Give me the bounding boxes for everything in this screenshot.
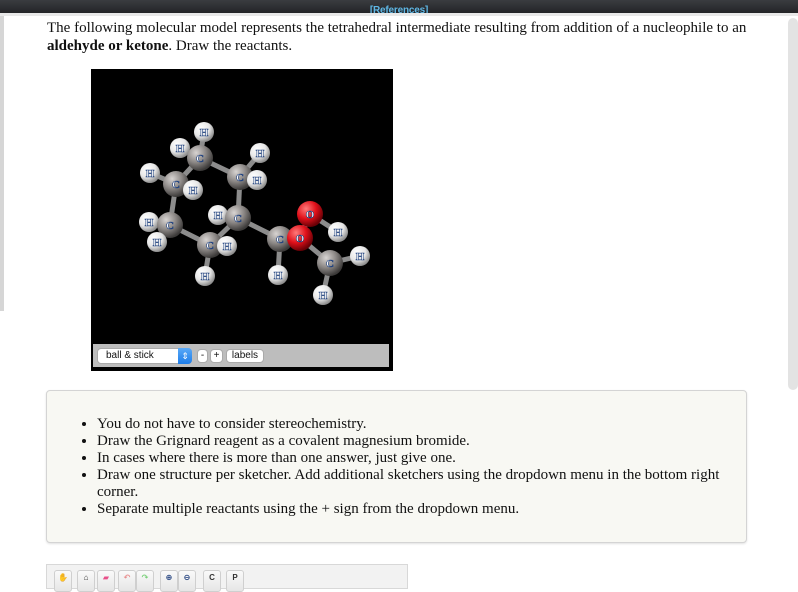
structure-sketcher[interactable]: ✋ ⌂ ▰ ↶ ↷ ⊕ ⊖ C P bbox=[46, 564, 408, 592]
atom-label: C bbox=[166, 220, 174, 232]
display-mode-value: ball & stick bbox=[106, 350, 154, 361]
atom-h: H bbox=[140, 163, 160, 183]
atom-c: C bbox=[317, 250, 343, 276]
select-arrows-icon: ⇕ bbox=[178, 348, 192, 364]
zoom-in-button[interactable]: + bbox=[210, 349, 223, 363]
instruction-item: Separate multiple reactants using the + … bbox=[97, 501, 737, 518]
lasso-icon: ⌂ bbox=[83, 573, 89, 582]
atom-h: H bbox=[147, 232, 167, 252]
question-bold: aldehyde or ketone bbox=[47, 38, 169, 54]
atom-h: H bbox=[250, 143, 270, 163]
eraser-tool-button[interactable]: ▰ bbox=[97, 570, 115, 592]
atom-label: C bbox=[236, 172, 244, 184]
question-text: The following molecular model represents… bbox=[47, 19, 757, 55]
instruction-item: Draw one structure per sketcher. Add add… bbox=[97, 467, 737, 501]
atom-label: H bbox=[356, 251, 365, 263]
left-rail bbox=[0, 16, 4, 311]
top-bar: [References] bbox=[0, 0, 798, 16]
atom-h: H bbox=[217, 236, 237, 256]
eraser-icon: ▰ bbox=[102, 573, 110, 582]
periodic-table-icon: P bbox=[232, 573, 238, 582]
atom-label: H bbox=[214, 210, 223, 222]
atom-label: C bbox=[196, 153, 204, 165]
atom-label: H bbox=[253, 175, 262, 187]
atom-o: O bbox=[287, 225, 313, 251]
vertical-scrollbar[interactable] bbox=[788, 18, 798, 390]
clean-tool-button[interactable]: C bbox=[203, 570, 221, 592]
question-part2: . Draw the reactants. bbox=[168, 38, 293, 54]
atom-o: O bbox=[297, 201, 323, 227]
zoom-out-icon: ⊖ bbox=[183, 573, 191, 582]
atom-label: H bbox=[201, 271, 210, 283]
atom-label: H bbox=[274, 270, 283, 282]
clean-icon: C bbox=[209, 573, 215, 582]
atom-label: O bbox=[306, 209, 315, 221]
atom-label: H bbox=[319, 290, 328, 302]
atom-label: C bbox=[326, 258, 334, 270]
atom-h: H bbox=[247, 170, 267, 190]
hand-icon: ✋ bbox=[58, 573, 68, 582]
atom-label: H bbox=[334, 227, 343, 239]
move-tool-button[interactable]: ✋ bbox=[54, 570, 72, 592]
atom-label: C bbox=[276, 234, 284, 246]
display-mode-select[interactable]: ball & stick ⇕ bbox=[97, 348, 192, 364]
atom-h: H bbox=[195, 266, 215, 286]
lasso-tool-button[interactable]: ⌂ bbox=[77, 570, 95, 592]
periodic-table-button[interactable]: P bbox=[226, 570, 244, 592]
atom-h: H bbox=[208, 205, 228, 225]
instruction-item: Draw the Grignard reagent as a covalent … bbox=[97, 433, 737, 450]
redo-icon: ↷ bbox=[141, 573, 149, 582]
undo-icon: ↶ bbox=[123, 573, 131, 582]
atom-label: H bbox=[145, 217, 154, 229]
atom-h: H bbox=[268, 265, 288, 285]
instruction-item: In cases where there is more than one an… bbox=[97, 450, 737, 467]
atom-c: C bbox=[187, 145, 213, 171]
atom-label: O bbox=[296, 233, 305, 245]
atom-label: H bbox=[256, 148, 265, 160]
redo-tool-button[interactable]: ↷ bbox=[136, 570, 154, 592]
molecule-viewer[interactable]: HHCHCHHCHHCOHHCHCHCOCHHHH ball & stick ⇕… bbox=[91, 69, 393, 371]
instructions-box: You do not have to consider stereochemis… bbox=[46, 390, 747, 543]
instruction-item: You do not have to consider stereochemis… bbox=[97, 416, 737, 433]
atom-h: H bbox=[170, 138, 190, 158]
labels-button[interactable]: labels bbox=[226, 349, 264, 363]
zoom-out-tool-button[interactable]: ⊖ bbox=[178, 570, 196, 592]
atom-h: H bbox=[328, 222, 348, 242]
undo-tool-button[interactable]: ↶ bbox=[118, 570, 136, 592]
atom-label: H bbox=[153, 237, 162, 249]
instructions-list: You do not have to consider stereochemis… bbox=[97, 416, 737, 518]
viewer-controls: ball & stick ⇕ - + labels bbox=[93, 344, 389, 367]
atom-c: C bbox=[225, 205, 251, 231]
atom-label: C bbox=[234, 213, 242, 225]
zoom-in-tool-button[interactable]: ⊕ bbox=[160, 570, 178, 592]
atom-h: H bbox=[194, 122, 214, 142]
atom-h: H bbox=[313, 285, 333, 305]
atom-h: H bbox=[183, 180, 203, 200]
molecule-model[interactable]: HHC HC HHC HH C OHH CH C HC OCHH HH bbox=[91, 69, 393, 344]
atom-label: H bbox=[200, 127, 209, 139]
atom-label: H bbox=[189, 185, 198, 197]
top-divider bbox=[0, 13, 798, 16]
atom-label: C bbox=[172, 179, 180, 191]
atom-h: H bbox=[350, 246, 370, 266]
atom-label: H bbox=[223, 241, 232, 253]
zoom-out-button[interactable]: - bbox=[197, 349, 208, 363]
zoom-in-icon: ⊕ bbox=[165, 573, 173, 582]
question-part1: The following molecular model represents… bbox=[47, 20, 747, 36]
atom-h: H bbox=[139, 212, 159, 232]
atom-label: H bbox=[146, 168, 155, 180]
atom-label: H bbox=[176, 143, 185, 155]
atom-label: C bbox=[206, 240, 214, 252]
